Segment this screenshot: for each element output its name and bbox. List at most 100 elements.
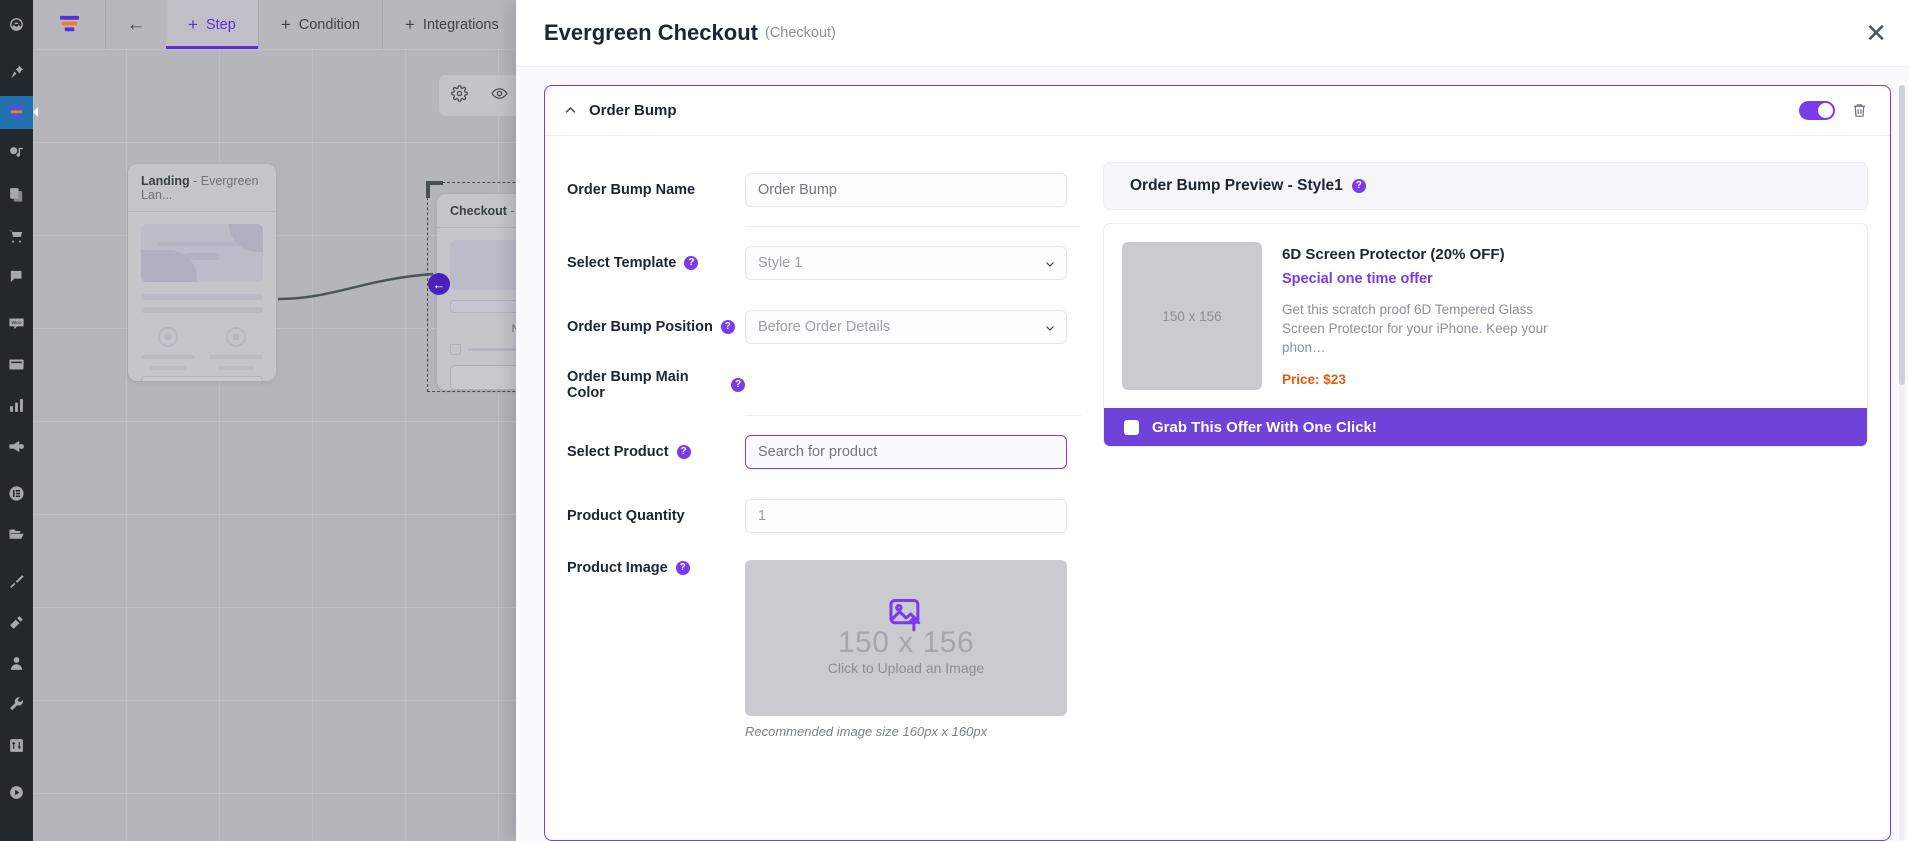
form-divider: [745, 415, 1081, 416]
preview-card-inner: 150 x 156 6D Screen Protector (20% OFF) …: [1104, 224, 1867, 408]
image-upload-icon: [887, 595, 925, 638]
order-bump-position-wrapper: [745, 310, 1067, 344]
plus-icon: +: [404, 15, 415, 34]
sidebar-item-settings[interactable]: [0, 729, 33, 762]
select-template-dropdown[interactable]: [745, 246, 1067, 280]
help-icon[interactable]: ?: [684, 256, 699, 270]
sidebar-item-elementor[interactable]: [0, 477, 33, 510]
field-product-image: Product Image ? 150 x 156 Click to Uploa…: [567, 548, 1081, 739]
sidebar-item-cart[interactable]: [0, 219, 33, 252]
add-integrations-button[interactable]: + Integrations: [383, 0, 522, 49]
add-step-label: Step: [205, 16, 236, 33]
gear-icon[interactable]: [450, 84, 468, 107]
field-control: [745, 499, 1081, 533]
add-condition-button[interactable]: + Condition: [259, 0, 383, 49]
add-condition-label: Condition: [298, 16, 360, 33]
preview-cta-checkbox[interactable]: [1124, 419, 1139, 435]
preview-header: Order Bump Preview - Style1 ?: [1103, 162, 1868, 210]
help-icon[interactable]: ?: [675, 561, 690, 575]
sidebar-item-appearance[interactable]: [0, 565, 33, 598]
help-icon[interactable]: ?: [676, 445, 691, 459]
sidebar-item-marketing[interactable]: [0, 430, 33, 463]
sidebar-item-tools[interactable]: [0, 688, 33, 721]
sidebar-item-comments[interactable]: [0, 260, 33, 293]
step-settings-modal: Evergreen Checkout (Checkout) ✕ Order Bu…: [516, 0, 1909, 841]
field-control: [745, 246, 1081, 280]
chevron-up-icon[interactable]: [563, 103, 578, 118]
sidebar-item-collapse[interactable]: [0, 776, 33, 809]
field-label: Order Bump Name: [567, 182, 696, 198]
order-bump-enable-toggle[interactable]: [1799, 101, 1835, 120]
sidebar-item-pin[interactable]: [0, 55, 33, 88]
skeleton-hero: [141, 224, 263, 282]
field-select-product: Select Product ?: [567, 420, 1081, 484]
product-quantity-input[interactable]: [745, 499, 1067, 533]
upload-hint-text: Click to Upload an Image: [827, 660, 985, 676]
field-label: Product Image ?: [567, 560, 745, 576]
back-button[interactable]: ←: [106, 0, 166, 49]
sidebar-item-media[interactable]: [0, 137, 33, 170]
sidebar-item-analytics[interactable]: [0, 389, 33, 422]
modal-scrollbar[interactable]: [1899, 85, 1905, 841]
brush-icon: [8, 573, 25, 590]
close-icon[interactable]: ✕: [1865, 20, 1887, 46]
order-bump-form: Order Bump Name Select Template: [567, 158, 1081, 739]
preview-product-name: 6D Screen Protector (20% OFF): [1282, 246, 1505, 263]
funnel-logo[interactable]: [33, 0, 106, 49]
play-circle-icon: [8, 784, 25, 801]
node-selection-handle[interactable]: [426, 181, 443, 198]
order-bump-panel-title: Order Bump: [589, 102, 677, 119]
select-template-wrapper: [745, 246, 1067, 280]
node-title-landing: Landing - Evergreen Lan...: [128, 164, 276, 212]
form-divider: [745, 226, 1081, 227]
help-icon[interactable]: ?: [720, 320, 735, 334]
sidebar-active-caret: [33, 107, 38, 117]
node-cta-landing: Call To Action: [141, 376, 263, 381]
sidebar-item-pages[interactable]: [0, 178, 33, 211]
sidebar-item-funnels[interactable]: [0, 96, 38, 129]
add-step-button[interactable]: + Step: [166, 0, 259, 49]
product-image-upload-area[interactable]: 150 x 156 Click to Upload an Image: [745, 560, 1067, 716]
field-control: [745, 310, 1081, 344]
modal-scrollbar-thumb[interactable]: [1899, 85, 1905, 385]
image-recommendation-text: Recommended image size 160px x 160px: [745, 724, 988, 739]
order-bump-panel-actions: [1799, 101, 1868, 120]
help-icon[interactable]: ?: [731, 378, 745, 392]
plus-icon: +: [280, 15, 291, 34]
folder-icon: [8, 526, 25, 543]
order-bump-position-dropdown[interactable]: [745, 310, 1067, 344]
preview-cta-bar[interactable]: Grab This Offer With One Click!: [1104, 408, 1867, 446]
wrench-icon: [8, 696, 25, 713]
trash-icon[interactable]: [1851, 102, 1868, 119]
order-bump-panel: Order Bump Order Bump Name Order Bump Se…: [544, 85, 1891, 841]
field-label: Order Bump Main Color ?: [567, 369, 745, 401]
plug-icon: [8, 614, 25, 631]
page-subtitle: (Checkout): [764, 25, 836, 41]
woo-icon: Woo: [8, 315, 25, 332]
preview-heading: Order Bump Preview - Style1: [1130, 177, 1343, 194]
eye-icon[interactable]: [490, 85, 508, 107]
field-label: Product Quantity: [567, 508, 685, 524]
select-product-search-input[interactable]: [745, 435, 1067, 469]
modal-scroll-area: Order Bump Order Bump Name Order Bump Se…: [544, 85, 1909, 841]
preview-product-image: 150 x 156: [1122, 242, 1262, 390]
funnel-node-landing[interactable]: Landing - Evergreen Lan... Call To Actio…: [128, 164, 276, 381]
preview-price-label: Price:: [1282, 372, 1320, 388]
field-label: Select Template ?: [567, 255, 745, 271]
field-control: [745, 435, 1081, 469]
field-order-bump-main-color: Order Bump Main Color ?: [567, 359, 1081, 411]
sidebar-item-woocommerce[interactable]: Woo: [0, 307, 33, 340]
app-root: Woo ← + Step + Condition + Integrations …: [0, 0, 1909, 841]
sidebar-item-users[interactable]: [0, 647, 33, 680]
sidebar-item-dashboard[interactable]: [0, 8, 33, 41]
order-bump-panel-body: Order Bump Name Select Template: [545, 136, 1890, 739]
order-bump-panel-header: Order Bump: [545, 86, 1890, 136]
sidebar-item-plugins[interactable]: [0, 606, 33, 639]
node-body-landing: Call To Action: [128, 212, 276, 381]
field-control: [745, 173, 1081, 207]
order-bump-name-input[interactable]: [745, 173, 1067, 207]
help-icon[interactable]: ?: [1351, 179, 1366, 193]
cart-icon: [8, 227, 25, 244]
sidebar-item-templates[interactable]: [0, 348, 33, 381]
sidebar-item-files[interactable]: [0, 518, 33, 551]
